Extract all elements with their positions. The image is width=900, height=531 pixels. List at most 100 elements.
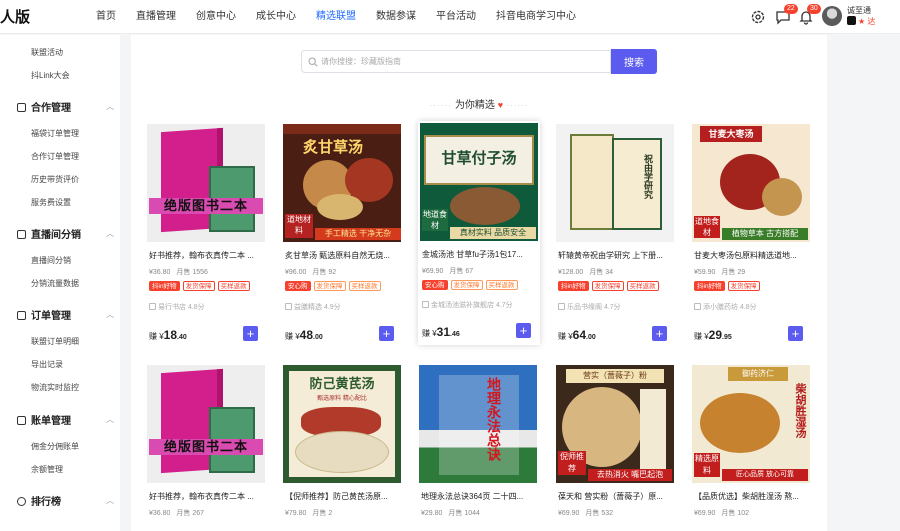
commission-prefix: 赚 ¥ [149,332,164,341]
sidebar-group-orders[interactable]: 订单管理 [17,307,71,322]
product-title[interactable]: 甘麦大枣汤包原料精选道地... [694,250,812,261]
product-meta: ¥128.00 月售 34 [558,267,613,277]
notification-button[interactable]: 30 [798,4,821,25]
add-product-button[interactable]: + [379,326,394,341]
search-button[interactable]: 搜索 [611,49,657,74]
product-title[interactable]: 【品质优选】柴胡胜湿汤 熬... [694,491,812,502]
nav-live[interactable]: 直播管理 [136,0,176,34]
sidebar-item-logistics[interactable]: 物流实时监控 [31,382,79,393]
shop-info[interactable]: 添小膳药坊 4.8分 [694,302,757,312]
add-product-button[interactable]: + [516,323,531,338]
nav-alliance[interactable]: 精选联盟 [316,0,356,34]
sidebar-group-cooperation[interactable]: 合作管理 [17,99,71,114]
product-image-caption: 营实（蔷薇子）粉 [566,369,664,383]
nav-learning[interactable]: 抖音电商学习中心 [496,0,576,34]
product-tags: 安心购 发货保障 买样返款 [422,280,521,290]
product-image: 绝版图书二本 [147,124,265,242]
product-card[interactable]: 甘麦大枣汤 道地食材 植物草本 古方搭配 甘麦大枣汤包原料精选道地... ¥59… [692,124,814,349]
product-title[interactable]: 地理永法总诀364页 二十四... [421,491,539,502]
image-text: 永法 [486,405,502,433]
add-product-button[interactable]: + [652,326,667,341]
product-card[interactable]: 祝由学研究 轩辕黄帝祝由学研究 上下册... ¥128.00 月售 34 抖in好… [556,124,678,349]
cooperation-icon [17,103,26,112]
search-input[interactable] [321,53,606,70]
shop-info[interactable]: 乐品书缘阁 4.7分 [558,302,621,312]
sidebar-item-lucky-bag-orders[interactable]: 福袋订单管理 [31,128,79,139]
sidebar-item-service-fee[interactable]: 服务费设置 [31,197,71,208]
add-product-button[interactable]: + [243,326,258,341]
shop-info[interactable]: 金城汤池滋补旗舰店 4.7分 [422,300,513,310]
sidebar-item-history-reviews[interactable]: 历史带货评价 [31,174,79,185]
product-image-caption: 炙甘草汤 [303,139,364,156]
add-product-button[interactable]: + [788,326,803,341]
product-image-caption: 去热消火 嘴巴起泡 [588,469,672,481]
nav-creative[interactable]: 创意中心 [196,0,236,34]
notification-badge: 30 [807,4,821,14]
sidebar-item-export-records[interactable]: 导出记录 [31,359,63,370]
product-price: ¥36.80 [149,510,171,517]
tag-safe-buy: 安心购 [285,281,311,291]
product-title[interactable]: 金城汤池 甘草fu子汤1包17... [422,249,540,260]
commission-prefix: 赚 ¥ [422,329,437,338]
product-sold: 月售 532 [585,510,614,517]
message-button[interactable]: 22 [775,4,798,25]
product-card[interactable]: 营实（蔷薇子）粉 倪师推荐 去热消火 嘴巴起泡 葆天和 营实粉（蔷薇子）原...… [556,365,678,531]
shop-info[interactable]: 益膳精选 4.9分 [285,302,341,312]
product-image: 炙甘草汤 道地材料 手工精选 干净无杂 [283,124,401,242]
product-sold: 月售 34 [589,269,614,276]
sidebar-item-order-details[interactable]: 联盟订单明细 [31,336,79,347]
sidebar-item-live-distribution[interactable]: 直播间分销 [31,255,71,266]
product-card[interactable]: 绝版图书二本 好书推荐，翰布衣真传二本 ... ¥36.80 月售 1556 抖i… [147,124,269,349]
product-title[interactable]: 葆天和 营实粉（蔷薇子）原... [558,491,676,502]
nav-growth[interactable]: 成长中心 [256,0,296,34]
settings-icon[interactable] [750,9,766,25]
nav-activity[interactable]: 平台活动 [436,0,476,34]
product-image-badge: 道地材料 [285,214,313,238]
live-icon [17,230,26,239]
tag-douyin-good: 抖in好物 [149,281,180,291]
user-name[interactable]: 诚至通 [847,5,871,16]
product-card[interactable]: 绝版图书二本 好书推荐，翰布衣真传二本 ... ¥36.80 月售 267 [147,365,269,531]
product-image-caption: 地理永法总诀 [473,377,503,461]
commission-price: 赚 ¥29.95 [694,328,732,342]
product-tags: 抖in好物 发货保障 买样返款 [558,281,662,291]
product-image-caption: 甄选原料 精心配比 [317,396,367,402]
sidebar-item-traffic-data[interactable]: 分销流量数据 [31,278,79,289]
product-card[interactable]: 甘草付子汤 地道食材 真材实料 品质安全 金城汤池 甘草fu子汤1包17... … [418,121,540,345]
nav-data[interactable]: 数据参谋 [376,0,416,34]
chevron-up-icon[interactable]: ︿ [106,309,114,320]
chevron-up-icon[interactable]: ︿ [106,495,114,506]
product-title[interactable]: 轩辕黄帝祝由学研究 上下册... [558,250,676,261]
sidebar-item-link-conference[interactable]: 抖Link大会 [31,70,70,81]
chevron-up-icon[interactable]: ︿ [106,414,114,425]
shop-icon [149,303,156,310]
chevron-up-icon[interactable]: ︿ [106,101,114,112]
sidebar-group-live-distribution[interactable]: 直播间分销 [17,226,81,241]
search-icon [308,57,318,67]
nav-home[interactable]: 首页 [96,0,116,34]
product-title[interactable]: 炙甘草汤 甄选原料自然无烧... [285,250,403,261]
sidebar-item-coop-orders[interactable]: 合作订单管理 [31,151,79,162]
product-card[interactable]: 防己黄芪汤 甄选原料 精心配比 【倪师推荐】防己黄芪汤原... ¥79.80 月售… [283,365,405,531]
product-title[interactable]: 【倪师推荐】防己黄芪汤原... [285,491,403,502]
product-price: ¥128.00 [558,269,584,276]
sidebar-item-balance[interactable]: 余额管理 [31,464,63,475]
sidebar-item-commission-bill[interactable]: 佣金分佣账单 [31,441,79,452]
product-title[interactable]: 好书推荐，翰布衣真传二本 ... [149,491,267,502]
commission-price: 赚 ¥64.00 [558,328,596,342]
avatar[interactable] [822,6,842,26]
product-card[interactable]: 地理永法总诀 地理永法总诀364页 二十四... ¥29.80 月售 1044 [419,365,541,531]
product-title[interactable]: 好书推荐，翰布衣真传二本 ... [149,250,267,261]
sidebar-group-billing[interactable]: 账单管理 [17,412,71,427]
tag-douyin-good: 抖in好物 [694,281,725,291]
product-image-caption: 匠心品质 放心可靠 [722,469,808,481]
product-card[interactable]: 炙甘草汤 道地材料 手工精选 干净无杂 炙甘草汤 甄选原料自然无烧... ¥96… [283,124,405,349]
product-card[interactable]: 御药济仁 柴胡胜湿汤 精选原料 匠心品质 放心可靠 【品质优选】柴胡胜湿汤 熬.… [692,365,814,531]
product-image-badge: 道地食材 [694,216,720,238]
product-image: 御药济仁 柴胡胜湿汤 精选原料 匠心品质 放心可靠 [692,365,810,483]
product-meta: ¥36.80 月售 267 [149,508,204,518]
sidebar-item-alliance-activity[interactable]: 联盟活动 [31,47,63,58]
shop-info[interactable]: 易行书店 4.8分 [149,302,205,312]
sidebar-group-ranking[interactable]: 排行榜 [17,493,61,508]
chevron-up-icon[interactable]: ︿ [106,228,114,239]
